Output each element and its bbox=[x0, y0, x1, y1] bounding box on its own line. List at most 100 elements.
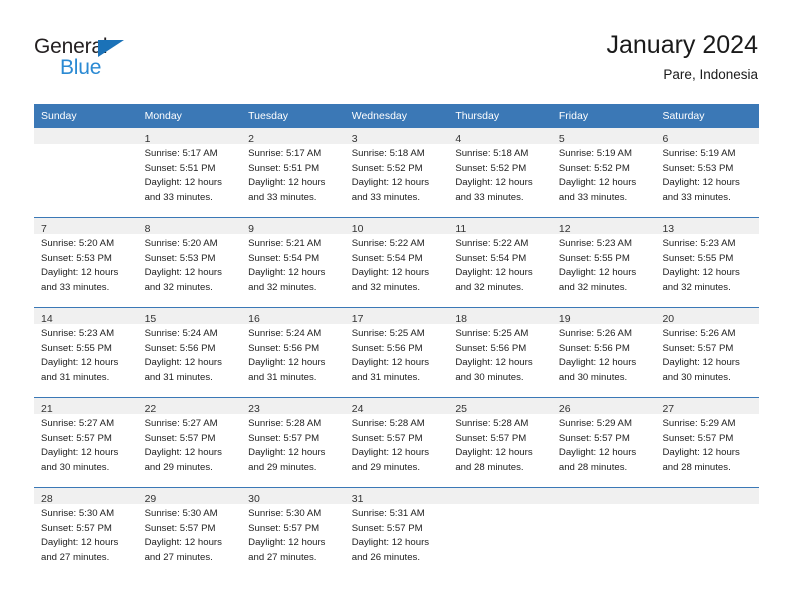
day-number-cell-2[interactable]: 2 bbox=[241, 128, 345, 144]
day-number-cell-20[interactable]: 20 bbox=[655, 308, 760, 324]
week-daynumber-row: 28 29 30 31 bbox=[34, 488, 760, 504]
day-detail-cell-24[interactable]: Sunrise: 5:28 AM Sunset: 5:57 PM Daylight:… bbox=[344, 414, 449, 487]
day-number-cell-30[interactable]: 30 bbox=[241, 488, 345, 504]
day-detail-cell-29[interactable]: Sunrise: 5:30 AM Sunset: 5:57 PM Daylight:… bbox=[137, 504, 242, 577]
day-detail-line: Daylight: 12 hours bbox=[144, 447, 222, 459]
day-detail-cell-13[interactable]: Sunrise: 5:23 AM Sunset: 5:55 PM Daylight:… bbox=[655, 234, 760, 307]
day-number-cell-18[interactable]: 18 bbox=[448, 308, 552, 324]
day-detail-cell-30[interactable]: Sunrise: 5:30 AM Sunset: 5:57 PM Daylight:… bbox=[241, 504, 345, 577]
day-detail-line: Daylight: 12 hours bbox=[351, 447, 430, 459]
day-number-cell-21[interactable]: 21 bbox=[34, 398, 138, 414]
day-number-cell-5[interactable]: 5 bbox=[551, 128, 656, 144]
week-detail-row: Sunrise: 5:20 AM Sunset: 5:53 PM Daylight:… bbox=[34, 234, 760, 307]
day-detail-cell-2[interactable]: Sunrise: 5:17 AM Sunset: 5:51 PM Daylight:… bbox=[241, 144, 345, 217]
day-detail-cell-27[interactable]: Sunrise: 5:29 AM Sunset: 5:57 PM Daylight:… bbox=[655, 414, 760, 487]
day-detail-line: Daylight: 12 hours bbox=[351, 357, 430, 369]
day-number-cell-19[interactable]: 19 bbox=[551, 308, 656, 324]
day-number: 14 bbox=[41, 313, 53, 324]
day-number-cell-9[interactable]: 9 bbox=[241, 218, 345, 234]
day-detail-cell-4[interactable]: Sunrise: 5:18 AM Sunset: 5:52 PM Daylight:… bbox=[448, 144, 552, 217]
day-detail-line: Daylight: 12 hours bbox=[662, 177, 740, 189]
day-detail-line: Daylight: 12 hours bbox=[41, 447, 119, 459]
day-number-cell-13[interactable]: 13 bbox=[655, 218, 760, 234]
day-detail-line: Sunrise: 5:24 AM bbox=[248, 328, 322, 339]
day-number-cell-12[interactable]: 12 bbox=[551, 218, 656, 234]
day-number: 8 bbox=[144, 223, 151, 234]
week-daynumber-row: 21 22 23 24 25 26 27 bbox=[34, 398, 760, 414]
day-detail-line: Sunset: 5:52 PM bbox=[455, 162, 527, 174]
day-detail-cell-8[interactable]: Sunrise: 5:20 AM Sunset: 5:53 PM Daylight:… bbox=[137, 234, 242, 307]
day-detail-cell-22[interactable]: Sunrise: 5:27 AM Sunset: 5:57 PM Daylight:… bbox=[137, 414, 242, 487]
day-detail-cell-19[interactable]: Sunrise: 5:26 AM Sunset: 5:56 PM Daylight:… bbox=[551, 324, 656, 397]
day-detail-cell-28[interactable]: Sunrise: 5:30 AM Sunset: 5:57 PM Daylight:… bbox=[34, 504, 138, 577]
day-number-cell-14[interactable]: 14 bbox=[34, 308, 138, 324]
page-header: General Blue January 2024 Pare, Indonesi… bbox=[0, 0, 792, 100]
day-detail-line: and 32 minutes. bbox=[558, 281, 628, 293]
day-detail-cell-7[interactable]: Sunrise: 5:20 AM Sunset: 5:53 PM Daylight:… bbox=[34, 234, 138, 307]
day-detail-line: Sunset: 5:53 PM bbox=[662, 162, 734, 174]
day-detail-cell-31[interactable]: Sunrise: 5:31 AM Sunset: 5:57 PM Daylight:… bbox=[344, 504, 449, 577]
day-detail-cell-23[interactable]: Sunrise: 5:28 AM Sunset: 5:57 PM Daylight:… bbox=[241, 414, 345, 487]
day-number-cell-10[interactable]: 10 bbox=[344, 218, 449, 234]
day-detail-line: Daylight: 12 hours bbox=[351, 177, 430, 189]
day-detail-cell-26[interactable]: Sunrise: 5:29 AM Sunset: 5:57 PM Daylight:… bbox=[551, 414, 656, 487]
day-detail-cell-14[interactable]: Sunrise: 5:23 AM Sunset: 5:55 PM Daylight:… bbox=[34, 324, 138, 397]
day-number-cell-11[interactable]: 11 bbox=[448, 218, 552, 234]
day-number-cell-4[interactable]: 4 bbox=[448, 128, 552, 144]
day-detail-line: and 29 minutes. bbox=[144, 461, 213, 473]
day-detail-line: Daylight: 12 hours bbox=[455, 447, 533, 459]
day-number-cell-7[interactable]: 7 bbox=[34, 218, 138, 234]
day-detail-cell-18[interactable]: Sunrise: 5:25 AM Sunset: 5:56 PM Daylight:… bbox=[448, 324, 552, 397]
day-detail-line: Sunrise: 5:21 AM bbox=[248, 238, 322, 249]
day-detail-cell-10[interactable]: Sunrise: 5:22 AM Sunset: 5:54 PM Daylight:… bbox=[344, 234, 449, 307]
day-number: 6 bbox=[662, 133, 669, 144]
day-number-cell-15[interactable]: 15 bbox=[137, 308, 242, 324]
day-detail-line: Sunset: 5:57 PM bbox=[41, 432, 112, 444]
day-number-cell-22[interactable]: 22 bbox=[137, 398, 242, 414]
day-detail-cell-1[interactable]: Sunrise: 5:17 AM Sunset: 5:51 PM Daylight:… bbox=[137, 144, 242, 217]
day-number-cell-28[interactable]: 28 bbox=[34, 488, 138, 504]
day-detail-cell-6[interactable]: Sunrise: 5:19 AM Sunset: 5:53 PM Daylight:… bbox=[655, 144, 760, 217]
day-detail-line: Daylight: 12 hours bbox=[662, 357, 740, 369]
day-number-cell-27[interactable]: 27 bbox=[655, 398, 760, 414]
day-detail-cell-25[interactable]: Sunrise: 5:28 AM Sunset: 5:57 PM Daylight:… bbox=[448, 414, 552, 487]
day-detail-line: and 33 minutes. bbox=[662, 191, 731, 203]
day-detail-line: Sunrise: 5:24 AM bbox=[144, 328, 218, 339]
day-detail-line: Daylight: 12 hours bbox=[144, 537, 222, 549]
day-number-cell-empty bbox=[655, 488, 760, 504]
day-detail-line: Sunset: 5:57 PM bbox=[248, 522, 320, 534]
day-number: 3 bbox=[351, 133, 358, 144]
day-detail-cell-12[interactable]: Sunrise: 5:23 AM Sunset: 5:55 PM Daylight:… bbox=[551, 234, 656, 307]
day-detail-cell-9[interactable]: Sunrise: 5:21 AM Sunset: 5:54 PM Daylight:… bbox=[241, 234, 345, 307]
day-detail-cell-11[interactable]: Sunrise: 5:22 AM Sunset: 5:54 PM Daylight:… bbox=[448, 234, 552, 307]
day-number-cell-26[interactable]: 26 bbox=[551, 398, 656, 414]
day-detail-line: Sunrise: 5:17 AM bbox=[144, 148, 218, 159]
day-detail-line: Daylight: 12 hours bbox=[248, 357, 326, 369]
day-detail-line: Sunset: 5:51 PM bbox=[144, 162, 216, 174]
day-detail-cell-3[interactable]: Sunrise: 5:18 AM Sunset: 5:52 PM Daylight:… bbox=[344, 144, 449, 217]
day-detail-line: and 32 minutes. bbox=[144, 281, 213, 293]
day-detail-cell-16[interactable]: Sunrise: 5:24 AM Sunset: 5:56 PM Daylight:… bbox=[241, 324, 345, 397]
day-detail-line: Daylight: 12 hours bbox=[662, 447, 740, 459]
generalblue-logo[interactable]: General Blue bbox=[34, 36, 154, 82]
calendar-week-row: 28 29 30 31 Sunrise: 5:30 AM Sunset: 5:57 PM D… bbox=[34, 487, 760, 577]
day-detail-cell-15[interactable]: Sunrise: 5:24 AM Sunset: 5:56 PM Daylight:… bbox=[137, 324, 242, 397]
day-number-cell-16[interactable]: 16 bbox=[241, 308, 345, 324]
day-detail-cell-5[interactable]: Sunrise: 5:19 AM Sunset: 5:52 PM Daylight:… bbox=[551, 144, 656, 217]
day-detail-cell-20[interactable]: Sunrise: 5:26 AM Sunset: 5:57 PM Daylight:… bbox=[655, 324, 760, 397]
day-number-cell-25[interactable]: 25 bbox=[448, 398, 552, 414]
day-detail-cell-17[interactable]: Sunrise: 5:25 AM Sunset: 5:56 PM Daylight:… bbox=[344, 324, 449, 397]
day-detail-line: and 27 minutes. bbox=[41, 551, 110, 563]
day-detail-cell-21[interactable]: Sunrise: 5:27 AM Sunset: 5:57 PM Daylight:… bbox=[34, 414, 138, 487]
day-number-cell-3[interactable]: 3 bbox=[344, 128, 449, 144]
day-number-cell-23[interactable]: 23 bbox=[241, 398, 345, 414]
day-number-cell-8[interactable]: 8 bbox=[137, 218, 242, 234]
day-number-cell-17[interactable]: 17 bbox=[344, 308, 449, 324]
day-number-cell-29[interactable]: 29 bbox=[137, 488, 242, 504]
day-number-cell-1[interactable]: 1 bbox=[137, 128, 242, 144]
day-number-cell-24[interactable]: 24 bbox=[344, 398, 449, 414]
weekday-header-saturday: Saturday bbox=[662, 110, 705, 122]
day-number-cell-6[interactable]: 6 bbox=[655, 128, 760, 144]
day-detail-line: and 33 minutes. bbox=[41, 281, 110, 293]
day-number-cell-31[interactable]: 31 bbox=[344, 488, 449, 504]
